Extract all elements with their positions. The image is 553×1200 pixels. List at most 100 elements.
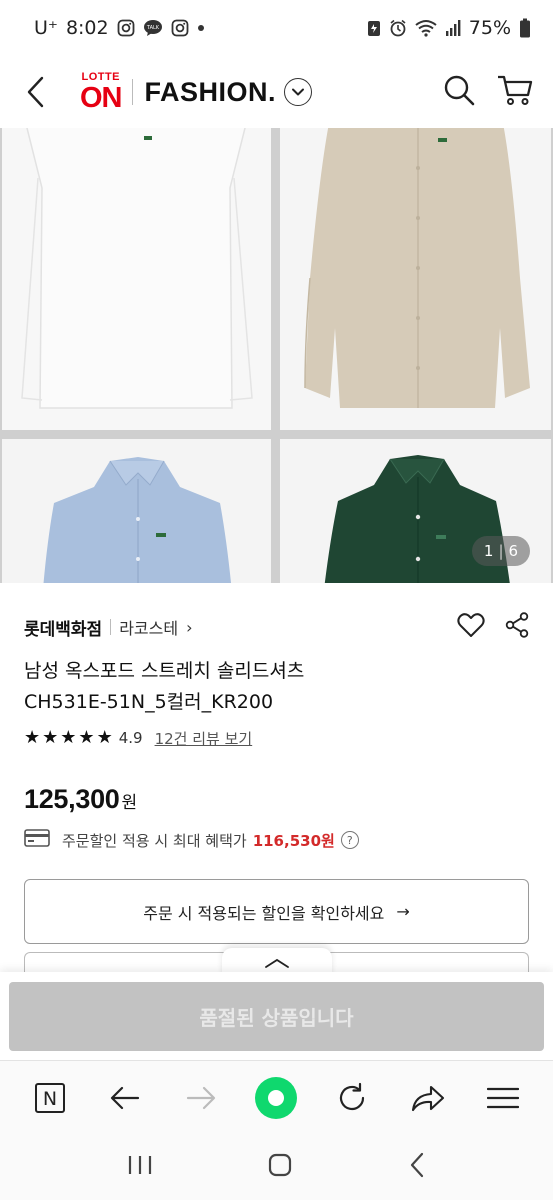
home-button[interactable] (267, 1152, 293, 1182)
logo-on-text: ON (80, 81, 122, 114)
product-info: 롯데백화점 라코스테 › 남성 옥스포드 스트레치 솔리드셔츠 CH531E-5… (24, 600, 529, 944)
naver-home-button[interactable]: N (28, 1076, 72, 1120)
status-bar: U⁺ 8:02 TALK 75% (0, 0, 553, 56)
mall-dropdown-button[interactable] (284, 78, 313, 106)
heart-icon (457, 613, 485, 637)
logo-lotte-text: LOTTE (81, 70, 121, 83)
system-back-button[interactable] (408, 1152, 426, 1182)
arrow-right-icon (186, 1086, 216, 1109)
check-discount-label: 주문 시 적용되는 할인을 확인하세요 (143, 903, 385, 923)
chevron-up-icon (265, 958, 289, 968)
carrier-label: U⁺ (34, 17, 58, 39)
status-time: 8:02 (65, 17, 109, 39)
gallery-page-indicator: 1 | 6 (472, 536, 530, 566)
benefit-text: 주문할인 적용 시 최대 혜택가 (62, 831, 247, 850)
seller-actions (457, 612, 529, 642)
recent-apps-button[interactable] (127, 1154, 153, 1180)
home-icon (269, 1153, 292, 1177)
share-page-button[interactable] (406, 1076, 450, 1120)
battery-percent: 75% (468, 17, 511, 39)
svg-text:N: N (43, 1088, 57, 1110)
product-image-lightblue[interactable] (2, 439, 271, 583)
wishlist-button[interactable] (457, 612, 485, 642)
review-link[interactable]: 12건 리뷰 보기 (155, 728, 253, 749)
blue-shirt-image (43, 457, 232, 583)
rating-row: ★ ★ ★ ★ ★ 4.9 12건 리뷰 보기 (24, 726, 529, 750)
header-actions (443, 74, 533, 110)
product-price: 125,300 (24, 784, 120, 814)
check-discount-button[interactable]: 주문 시 적용되는 할인을 확인하세요 → (24, 879, 529, 944)
mall-title[interactable]: FASHION. (145, 77, 277, 108)
chevron-right-icon[interactable]: › (186, 618, 192, 637)
kakaotalk-icon: TALK (143, 19, 163, 37)
share-icon (505, 612, 529, 638)
price-row: 125,300 원 (24, 784, 529, 815)
star-icon: ★ (42, 727, 59, 748)
product-image-white[interactable] (2, 128, 271, 430)
reload-icon (339, 1082, 365, 1110)
browser-toolbar: N (0, 1060, 553, 1134)
help-icon[interactable]: ? (340, 831, 359, 849)
wifi-icon (415, 19, 437, 37)
svg-text:TALK: TALK (146, 25, 160, 31)
alarm-icon (389, 19, 407, 37)
browser-back-button[interactable] (103, 1076, 147, 1120)
header-divider (131, 79, 133, 105)
recent-apps-icon (129, 1156, 152, 1174)
star-rating: ★ ★ ★ ★ ★ (24, 729, 113, 747)
product-name: 남성 옥스포드 스트레치 솔리드셔츠 CH531E-51N_5컬러_KR200 (24, 656, 529, 718)
android-nav-bar (0, 1134, 553, 1200)
purchase-bar: 품절된 상품입니다 (0, 972, 553, 1060)
benefit-price: 116,530원 (252, 831, 335, 850)
seller-row: 롯데백화점 라코스테 › (24, 600, 529, 654)
share-button[interactable] (505, 612, 529, 642)
brand-link[interactable]: 라코스테 (119, 615, 178, 639)
white-shirt-image (21, 128, 253, 409)
chevron-down-icon (292, 88, 305, 96)
search-button[interactable] (443, 74, 475, 110)
star-icon: ★ (24, 727, 41, 748)
reload-button[interactable] (330, 1076, 374, 1120)
star-icon: ★ (78, 727, 95, 748)
browser-forward-button[interactable] (179, 1076, 223, 1120)
lotte-on-logo[interactable]: LOTTE ON (80, 70, 122, 114)
star-icon: ★ (60, 727, 77, 748)
menu-button[interactable] (481, 1076, 525, 1120)
battery-icon (519, 18, 531, 38)
soldout-button[interactable]: 품절된 상품입니다 (9, 982, 544, 1051)
product-gallery[interactable]: 1 | 6 (0, 128, 553, 583)
instagram-icon-2 (171, 19, 189, 37)
status-right: 75% (367, 17, 531, 39)
arrow-right-icon: → (396, 902, 410, 921)
back-chevron-icon (410, 1152, 423, 1178)
forward-share-icon (411, 1085, 444, 1111)
notification-dot-icon (197, 24, 205, 32)
beige-shirt-image (304, 128, 530, 408)
green-dot-icon (255, 1076, 298, 1119)
cart-button[interactable] (497, 74, 533, 110)
cart-icon (498, 75, 533, 105)
card-icon (24, 829, 50, 851)
product-name-line1: 남성 옥스포드 스트레치 솔리드셔츠 (24, 660, 305, 682)
product-name-line2: CH531E-51N_5컬러_KR200 (24, 691, 274, 713)
rating-score: 4.9 (118, 729, 143, 747)
star-icon: ★ (96, 727, 113, 748)
benefit-row: 주문할인 적용 시 최대 혜택가 116,530원 ? (24, 827, 529, 853)
chevron-left-icon (27, 76, 44, 108)
app-header: LOTTE ON FASHION. (0, 56, 553, 128)
product-image-beige[interactable] (280, 128, 551, 430)
logo-badge (144, 136, 152, 140)
search-icon (444, 75, 475, 106)
instagram-icon (117, 19, 135, 37)
green-dot-button[interactable] (254, 1076, 298, 1120)
signal-icon (445, 19, 461, 37)
back-button[interactable] (20, 72, 50, 112)
gallery-current-page: 1 (483, 542, 494, 560)
gallery-total-pages: 6 (508, 542, 519, 560)
price-currency: 원 (121, 793, 138, 813)
arrow-left-icon (111, 1086, 140, 1109)
battery-saver-icon (367, 19, 381, 37)
hamburger-menu-icon (487, 1087, 520, 1108)
store-name[interactable]: 롯데백화점 (24, 615, 102, 640)
seller-divider (110, 619, 112, 635)
